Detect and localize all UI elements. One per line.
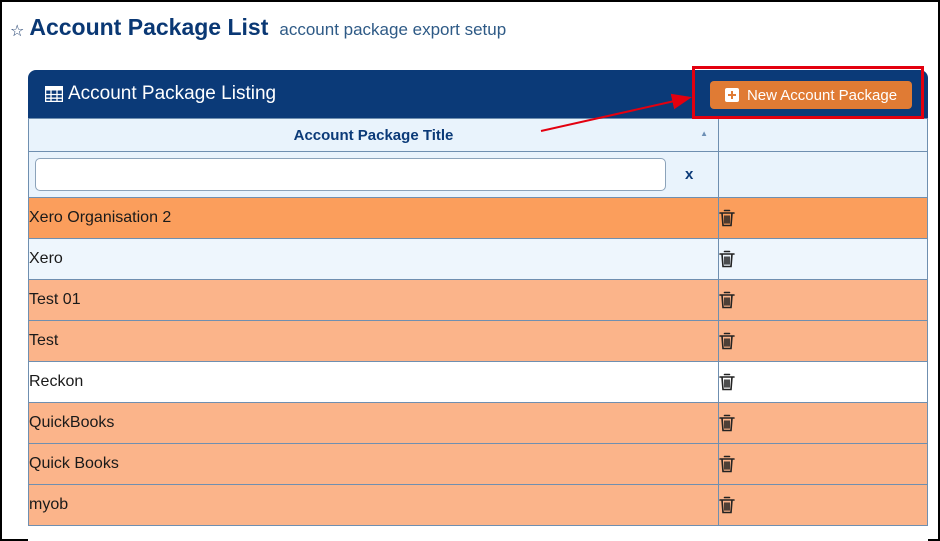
package-title-cell[interactable]: myob	[28, 484, 719, 526]
delete-cell	[718, 279, 928, 321]
package-title-cell[interactable]: Quick Books	[28, 443, 719, 485]
package-title-cell[interactable]: Reckon	[28, 361, 719, 403]
filter-row: x	[28, 151, 928, 198]
trash-icon[interactable]	[719, 250, 735, 268]
table-row[interactable]: Xero	[28, 238, 928, 280]
delete-cell	[718, 361, 928, 403]
plus-square-icon	[724, 88, 739, 102]
page-header: ☆ Account Package List account package e…	[10, 14, 506, 46]
table-row[interactable]: Test	[28, 320, 928, 362]
trash-icon[interactable]	[719, 291, 735, 309]
filter-cell: x	[28, 151, 719, 198]
delete-cell	[718, 320, 928, 362]
table-row[interactable]: myob	[28, 484, 928, 526]
delete-cell	[718, 402, 928, 444]
title-filter-input[interactable]	[35, 158, 666, 191]
panel-header: Account Package Listing New Account Pack…	[28, 70, 928, 118]
column-header-action	[718, 118, 928, 152]
delete-cell	[718, 238, 928, 280]
column-header-title[interactable]: Account Package Title ▲	[28, 118, 719, 152]
table-row[interactable]: Test 01	[28, 279, 928, 321]
trash-icon[interactable]	[719, 209, 735, 227]
package-title-cell[interactable]: Xero Organisation 2	[28, 197, 719, 239]
table-row[interactable]: Xero Organisation 2	[28, 197, 928, 239]
panel-title: Account Package Listing	[68, 83, 277, 104]
trash-icon[interactable]	[719, 496, 735, 514]
account-package-table: Account Package Title ▲ x Xero Organisat…	[28, 118, 928, 526]
delete-cell	[718, 443, 928, 485]
clear-filter-button[interactable]: x	[685, 166, 693, 183]
delete-cell	[718, 484, 928, 526]
page-title: Account Package List	[29, 14, 269, 40]
trash-icon[interactable]	[719, 455, 735, 473]
table-icon	[45, 86, 63, 102]
package-title-cell[interactable]: Test	[28, 320, 719, 362]
new-account-package-button[interactable]: New Account Package	[710, 81, 912, 109]
table-row[interactable]: QuickBooks	[28, 402, 928, 444]
delete-cell	[718, 197, 928, 239]
package-title-cell[interactable]: Xero	[28, 238, 719, 280]
new-account-package-label: New Account Package	[746, 86, 898, 104]
filter-action-cell	[718, 151, 928, 198]
package-title-cell[interactable]: QuickBooks	[28, 402, 719, 444]
sort-icon[interactable]: ▲	[700, 129, 708, 138]
table-header-row: Account Package Title ▲	[28, 118, 928, 152]
column-header-title-label: Account Package Title	[293, 126, 454, 144]
page-subtitle: account package export setup	[279, 20, 507, 39]
trash-icon[interactable]	[719, 332, 735, 350]
trash-icon[interactable]	[719, 373, 735, 391]
trash-icon[interactable]	[719, 414, 735, 432]
table-row[interactable]: Reckon	[28, 361, 928, 403]
table-row[interactable]: Quick Books	[28, 443, 928, 485]
star-icon[interactable]: ☆	[10, 21, 24, 41]
package-title-cell[interactable]: Test 01	[28, 279, 719, 321]
